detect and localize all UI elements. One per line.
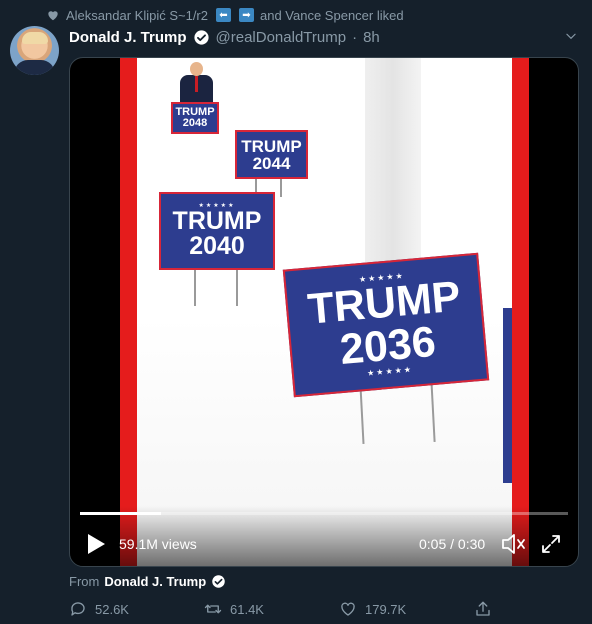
sign-stake	[194, 268, 196, 306]
red-bar-right	[512, 58, 529, 566]
retweet-icon	[204, 604, 222, 614]
chevron-down-icon[interactable]	[564, 29, 578, 43]
person-figure	[180, 62, 213, 102]
sign-line1: TRUMP	[241, 136, 302, 156]
heart-icon	[48, 11, 58, 21]
retweet-count: 61.4K	[230, 601, 264, 617]
reply-count: 52.6K	[95, 601, 129, 617]
retweet-button[interactable]: 61.4K	[204, 598, 264, 620]
tweet-time[interactable]: 8h	[363, 29, 380, 46]
social-context: Aleksandar Klipić S~1/r2 ⬅ ➡ and Vance S…	[46, 6, 404, 24]
campaign-sign: TRUMP 2048	[171, 102, 219, 134]
liker-name[interactable]: Aleksandar Klipić S~1/r2	[66, 8, 208, 23]
like-count: 179.7K	[365, 601, 407, 617]
partial-sign	[503, 308, 512, 483]
view-count: 59.1M views	[119, 536, 197, 552]
sign-line2: 2040	[189, 232, 245, 260]
sign-line2: 2048	[182, 117, 208, 129]
sign-stake	[280, 179, 282, 197]
red-bar-left	[120, 58, 137, 566]
video-source: From Donald J. Trump	[69, 572, 226, 590]
avatar-suit	[14, 60, 55, 75]
verified-icon	[212, 574, 225, 588]
reply-button[interactable]: 52.6K	[69, 598, 129, 620]
sign-line1: TRUMP	[172, 207, 262, 235]
share-button[interactable]	[474, 598, 492, 620]
background-column	[365, 58, 421, 263]
heart-outline-icon	[341, 602, 355, 616]
left-arrow-icon: ⬅	[216, 8, 231, 22]
avatar-hair	[22, 32, 48, 44]
liked-connector[interactable]: and Vance Spencer liked	[260, 8, 404, 23]
share-icon	[476, 601, 490, 616]
reply-icon	[71, 602, 85, 616]
sign-stake	[236, 268, 238, 306]
tweet-actions: 52.6K 61.4K 179.7K	[69, 598, 499, 620]
sign-line2: 2044	[252, 153, 291, 173]
author-name[interactable]: Donald J. Trump	[69, 29, 187, 46]
video-player[interactable]: TRUMP 2048 TRUMP 2044 ★★★★★ TRUMP 2040 ★…	[69, 57, 579, 567]
separator-dot: ·	[352, 28, 358, 46]
volume-muted-icon[interactable]	[500, 531, 526, 557]
avatar[interactable]	[10, 26, 59, 75]
fullscreen-icon[interactable]	[540, 533, 562, 555]
campaign-sign: ★★★★★ TRUMP 2036 ★★★★★	[282, 252, 490, 398]
verified-icon	[193, 29, 209, 45]
campaign-sign: TRUMP 2044	[235, 130, 308, 179]
like-button[interactable]: 179.7K	[339, 598, 406, 620]
play-icon[interactable]	[86, 533, 106, 555]
tweet-header: Donald J. Trump @realDonaldTrump · 8h	[69, 27, 380, 47]
author-handle[interactable]: @realDonaldTrump	[216, 29, 347, 46]
right-arrow-icon: ➡	[239, 8, 254, 22]
source-name[interactable]: Donald J. Trump	[104, 574, 206, 589]
video-time: 0:05 / 0:30	[419, 536, 486, 552]
progress-fill	[80, 512, 162, 515]
campaign-sign: ★★★★★ TRUMP 2040	[159, 192, 275, 270]
progress-bar[interactable]	[80, 512, 568, 515]
from-label: From	[69, 573, 100, 589]
